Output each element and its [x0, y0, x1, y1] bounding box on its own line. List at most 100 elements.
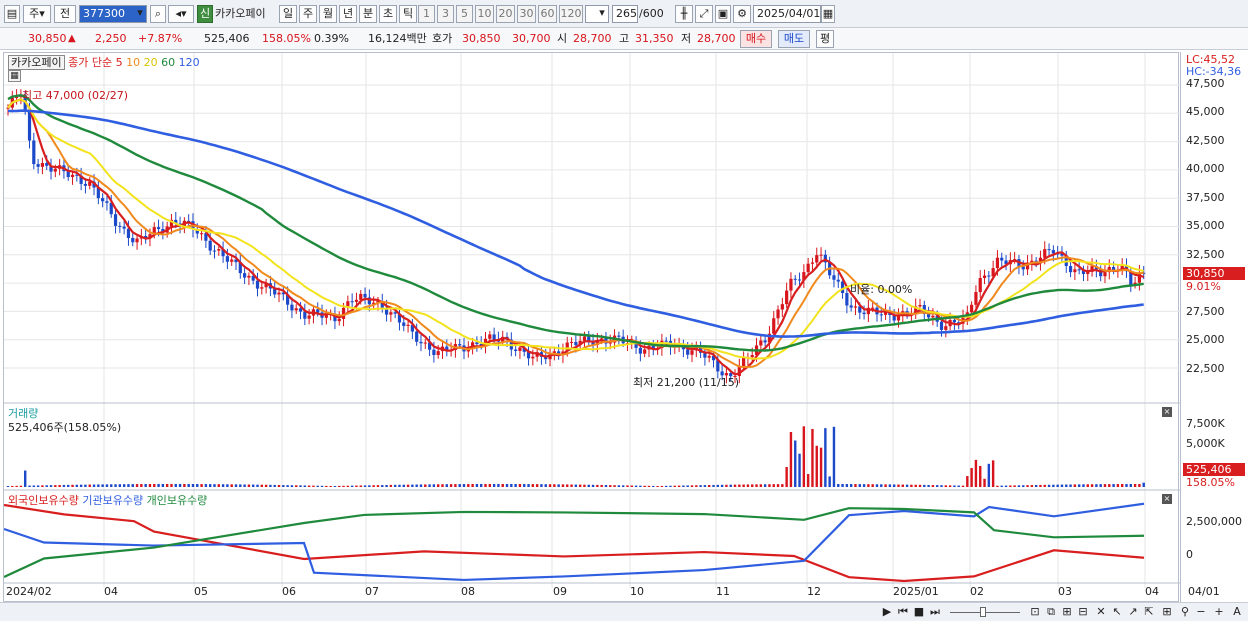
legend-stock-name[interactable]: 카카오페이: [8, 55, 65, 70]
trend-icon[interactable]: ↗: [1126, 605, 1140, 619]
zoom-out-icon[interactable]: −: [1194, 605, 1208, 619]
reset-icon[interactable]: ⊞: [1160, 605, 1174, 619]
chart-canvas[interactable]: [3, 53, 1180, 603]
volume-bar: [1043, 484, 1046, 487]
volume-bar: [1103, 484, 1107, 487]
date-input[interactable]: 2025/04/01: [753, 5, 821, 23]
volume-bar: [1034, 484, 1038, 487]
volume-bar: [888, 484, 892, 487]
volume-bar: [1060, 484, 1064, 487]
volume-bar: [1095, 484, 1098, 487]
volume-bar: [849, 484, 853, 487]
zoom-slider-handle[interactable]: [980, 607, 986, 617]
save-icon[interactable]: ▣: [715, 5, 731, 23]
ytick-47500: 47,500: [1186, 77, 1225, 90]
calendar-icon[interactable]: ▦: [821, 5, 835, 23]
xtick-10: 10: [630, 585, 644, 598]
layout-2-icon[interactable]: ⧉: [1044, 605, 1058, 619]
interval-30[interactable]: 30: [517, 5, 536, 23]
tab-period-second[interactable]: 초: [379, 5, 397, 23]
gear-icon[interactable]: ⚙: [733, 5, 751, 23]
candle-body: [853, 306, 858, 308]
fast-forward-icon[interactable]: ⏭: [928, 605, 942, 619]
volume-bar: [161, 483, 165, 487]
table-icon[interactable]: ▦: [8, 70, 21, 82]
volume-bar: [333, 485, 337, 487]
close-volume-panel-icon[interactable]: ×: [1162, 407, 1172, 417]
market-select[interactable]: 주▾: [23, 5, 51, 23]
volume-bar: [58, 485, 61, 487]
candle-body: [419, 341, 423, 344]
candle-body: [290, 304, 294, 311]
holding-line: [3, 502, 1145, 582]
sin-badge[interactable]: 신: [197, 5, 213, 23]
crosshair-icon[interactable]: ✕: [1094, 605, 1108, 619]
search-icon[interactable]: ⌕: [150, 5, 166, 23]
volume-bar: [523, 484, 526, 487]
candle-body: [871, 307, 875, 309]
volume-bar: [475, 483, 479, 487]
volume-bar: [880, 484, 883, 487]
layout-icon[interactable]: ▤: [4, 5, 20, 23]
layout-4-icon[interactable]: ⊟: [1076, 605, 1090, 619]
tab-period-minute[interactable]: 분: [359, 5, 377, 23]
volume-bar: [527, 484, 530, 487]
interval-10[interactable]: 10: [475, 5, 494, 23]
volume-bar: [652, 485, 655, 487]
code-dropdown-icon[interactable]: ▾: [133, 5, 147, 23]
layout-3-icon[interactable]: ⊞: [1060, 605, 1074, 619]
speaker-icon[interactable]: ◂▾: [168, 5, 194, 23]
interval-dropdown-icon[interactable]: ▾: [596, 5, 608, 23]
chart-area[interactable]: [3, 52, 1180, 603]
interval-20[interactable]: 20: [496, 5, 515, 23]
volume-bar: [781, 484, 784, 487]
interval-5[interactable]: 5: [456, 5, 473, 23]
volume-bar: [338, 485, 341, 487]
font-size-icon[interactable]: A: [1230, 605, 1244, 619]
tab-period-year[interactable]: 년: [339, 5, 357, 23]
buy-button[interactable]: 매수: [740, 30, 772, 48]
stock-name[interactable]: 카카오페이: [215, 6, 266, 22]
interval-1[interactable]: 1: [418, 5, 435, 23]
count-input[interactable]: 265: [612, 5, 638, 23]
volume-bar: [84, 484, 87, 487]
cursor-icon[interactable]: ↖: [1110, 605, 1124, 619]
xtick-06: 06: [282, 585, 296, 598]
ma-line: [7, 98, 1144, 369]
volume-bar: [1086, 484, 1089, 487]
interval-60[interactable]: 60: [538, 5, 557, 23]
extend-icon[interactable]: ⇱: [1142, 605, 1156, 619]
volume-bar: [918, 484, 922, 487]
sell-button[interactable]: 매도: [778, 30, 810, 48]
avg-button[interactable]: 평: [816, 30, 834, 48]
volume-bar: [901, 484, 904, 487]
rewind-icon[interactable]: ⏮: [896, 605, 910, 619]
tab-period-day[interactable]: 일: [279, 5, 297, 23]
candle-body: [432, 349, 436, 356]
stop-icon[interactable]: ■: [912, 605, 926, 619]
candle-body: [952, 319, 957, 323]
tab-period-week[interactable]: 주: [299, 5, 317, 23]
zoom-icon[interactable]: ⚲: [1178, 605, 1192, 619]
code-value: 377300: [83, 7, 125, 20]
volume-bar: [54, 485, 57, 487]
volume-bar: [798, 453, 801, 487]
interval-3[interactable]: 3: [437, 5, 454, 23]
prev-button[interactable]: 전: [54, 5, 76, 23]
close-holding-panel-icon[interactable]: ×: [1162, 494, 1172, 504]
scroll-right-icon[interactable]: ▶: [880, 605, 894, 619]
tab-period-tick[interactable]: 틱: [399, 5, 417, 23]
candle-icon[interactable]: ╫: [675, 5, 693, 23]
volume-bar: [144, 484, 147, 487]
candle-body: [488, 334, 492, 339]
tab-period-month[interactable]: 월: [319, 5, 337, 23]
interval-120[interactable]: 120: [559, 5, 583, 23]
volume-bar: [647, 485, 651, 487]
zoom-in-icon[interactable]: +: [1212, 605, 1226, 619]
layout-1-icon[interactable]: ⊡: [1028, 605, 1042, 619]
volume-bar: [626, 485, 629, 487]
draw-tool-icon[interactable]: ⤢: [695, 5, 713, 23]
candle-body: [939, 321, 944, 330]
volume-bar: [260, 484, 264, 487]
zoom-slider[interactable]: [950, 605, 1020, 619]
